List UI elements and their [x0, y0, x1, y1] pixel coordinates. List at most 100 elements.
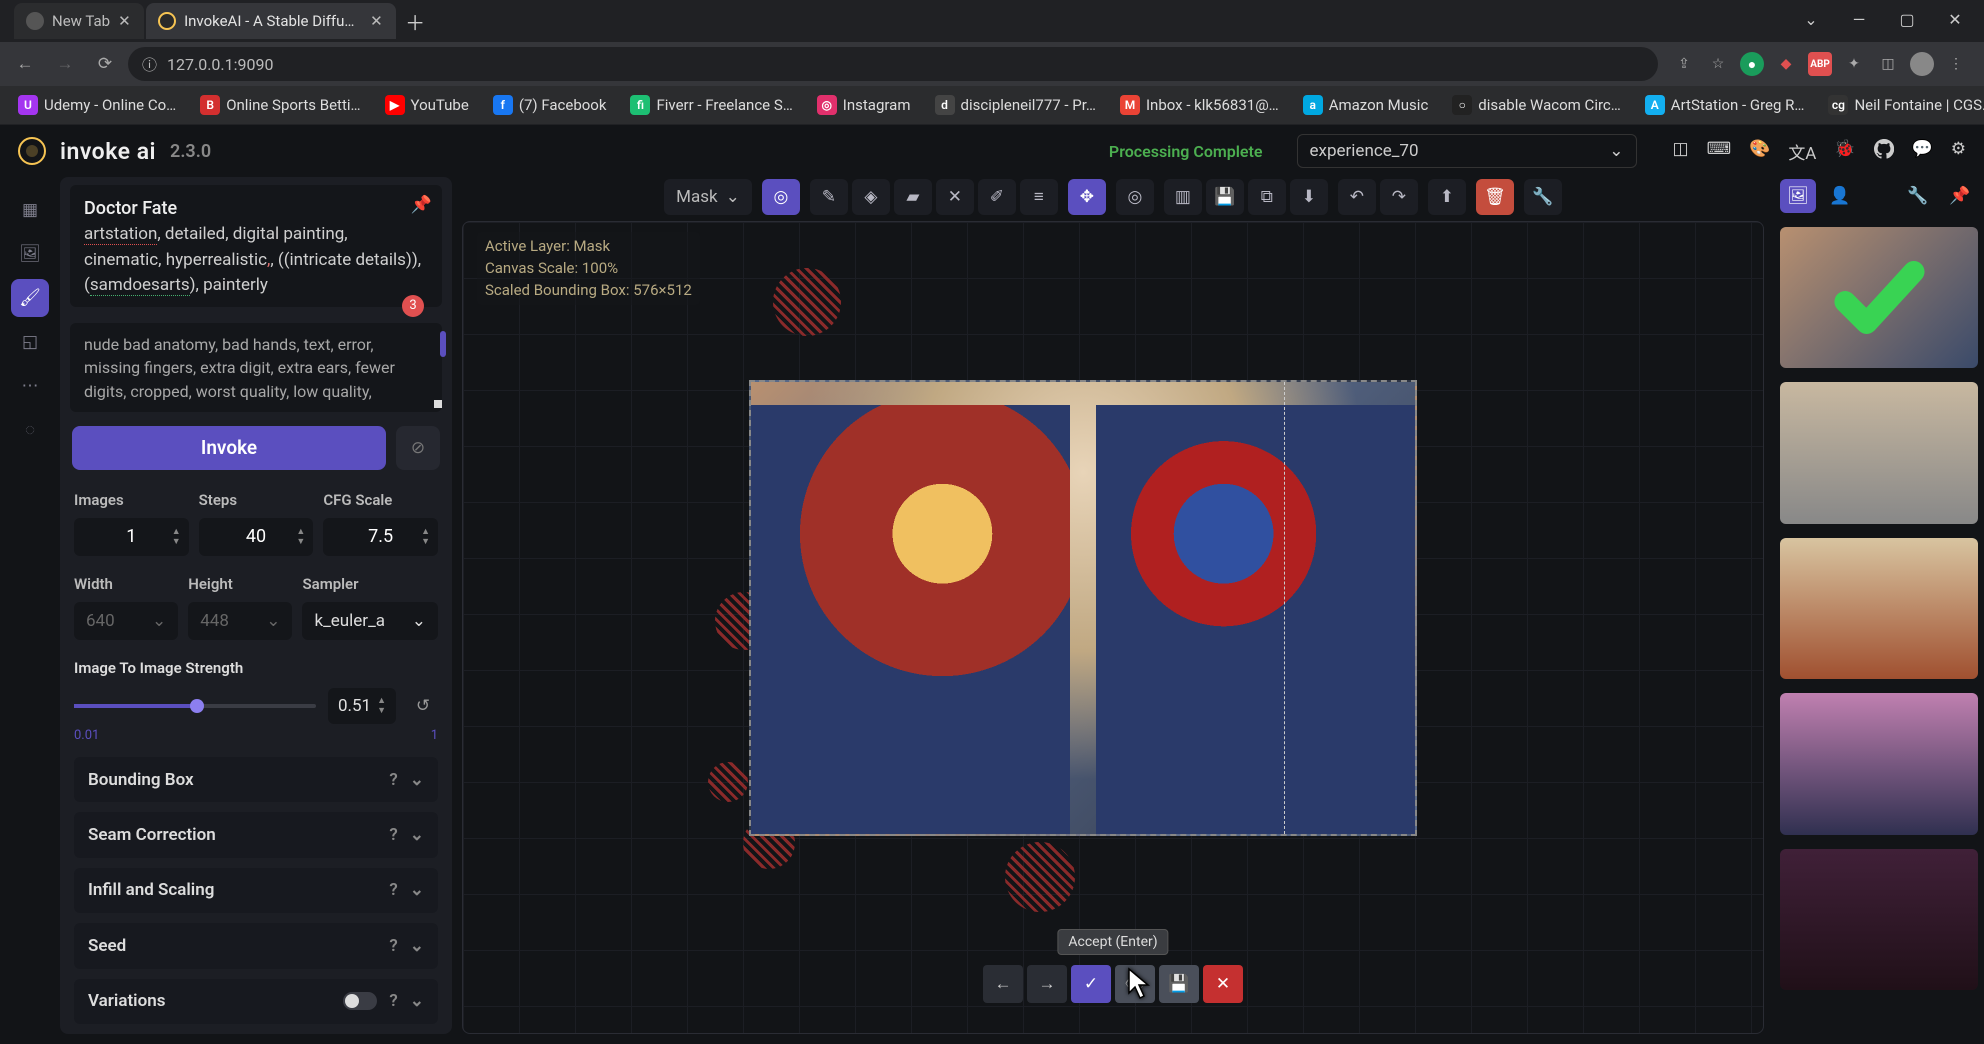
- cfg-input[interactable]: 7.5▲▼: [323, 518, 438, 556]
- accordion-variations[interactable]: Variations?⌄: [74, 979, 438, 1024]
- model-select[interactable]: experience_70 ⌄: [1297, 134, 1637, 168]
- bookmark-item[interactable]: cgNeil Fontaine | CGS…: [1820, 91, 1984, 119]
- extensions-menu-icon[interactable]: ✦: [1842, 52, 1866, 76]
- save-staging-button[interactable]: 💾: [1159, 965, 1199, 1003]
- bookmark-item[interactable]: fiFiverr - Freelance S…: [622, 91, 800, 119]
- upload-icon[interactable]: ⬆: [1428, 179, 1466, 215]
- discord-icon[interactable]: 💬: [1912, 139, 1933, 164]
- clear-canvas-button[interactable]: 🗑: [1476, 179, 1514, 215]
- extension-icon[interactable]: ●: [1740, 52, 1764, 76]
- avatar[interactable]: [1910, 52, 1934, 76]
- reset-view-icon[interactable]: ◎: [1116, 179, 1154, 215]
- rail-canvas[interactable]: 🖌: [11, 279, 49, 317]
- gallery-tab-user[interactable]: 👤: [1822, 179, 1858, 213]
- accordion-infill[interactable]: Infill and Scaling?⌄: [74, 868, 438, 913]
- invoke-button[interactable]: Invoke: [72, 426, 386, 470]
- gallery-thumbnail[interactable]: [1780, 849, 1978, 990]
- bookmark-item[interactable]: ddiscipleneil777 - Pr…: [927, 91, 1104, 119]
- forward-icon[interactable]: →: [48, 47, 82, 81]
- bookmark-item[interactable]: ▶YouTube: [377, 91, 477, 119]
- reload-icon[interactable]: ⟳: [88, 47, 122, 81]
- prev-button[interactable]: ←: [983, 965, 1023, 1003]
- pin-icon[interactable]: 📌: [411, 193, 432, 219]
- brush-icon[interactable]: ✎: [810, 179, 848, 215]
- bookmark-item[interactable]: ○disable Wacom Circ…: [1444, 91, 1629, 119]
- github-icon[interactable]: [1874, 139, 1894, 164]
- help-icon[interactable]: ?: [389, 936, 397, 956]
- help-icon[interactable]: ?: [389, 880, 397, 900]
- extension-icon[interactable]: ◆: [1774, 52, 1798, 76]
- gear-icon[interactable]: ⚙: [1951, 139, 1966, 164]
- gallery-tab-results[interactable]: 🖼: [1780, 179, 1816, 213]
- undo-icon[interactable]: ↶: [1338, 179, 1376, 215]
- save-icon[interactable]: 💾: [1206, 179, 1244, 215]
- bookmark-item[interactable]: f(7) Facebook: [485, 91, 615, 119]
- bookmark-item[interactable]: ◎Instagram: [809, 91, 919, 119]
- gallery-pin-icon[interactable]: 📌: [1942, 179, 1978, 213]
- browser-tab-active[interactable]: InvokeAI - A Stable Diffusion To… ✕: [146, 3, 396, 39]
- cancel-button[interactable]: ⊘: [396, 426, 440, 470]
- resize-handle[interactable]: [434, 400, 442, 408]
- prompt-textarea[interactable]: 📌 Doctor Fate artstation, detailed, digi…: [70, 185, 442, 307]
- sampler-select[interactable]: k_euler_a⌄: [302, 602, 438, 640]
- window-maximize-icon[interactable]: ▢: [1884, 0, 1930, 38]
- show-hide-button[interactable]: 👁: [1115, 965, 1155, 1003]
- merge-icon[interactable]: ▥: [1164, 179, 1202, 215]
- eraser-icon[interactable]: ◈: [852, 179, 890, 215]
- close-icon[interactable]: ✕: [370, 12, 384, 30]
- close-icon[interactable]: ✕: [118, 12, 132, 30]
- address-bar[interactable]: ⓘ 127.0.0.1:9090: [128, 47, 1658, 81]
- cube-icon[interactable]: ◫: [1673, 139, 1689, 164]
- strength-slider[interactable]: [74, 704, 316, 708]
- star-icon[interactable]: ☆: [1706, 52, 1730, 76]
- bug-icon[interactable]: 🐞: [1834, 139, 1855, 164]
- extension-icon[interactable]: ABP: [1808, 52, 1832, 76]
- gallery-thumbnail[interactable]: [1780, 538, 1978, 679]
- sidepanel-icon[interactable]: ◫: [1876, 52, 1900, 76]
- options-icon[interactable]: ≡: [1020, 179, 1058, 215]
- new-tab-button[interactable]: ＋: [398, 4, 432, 38]
- chevron-down-icon[interactable]: ⌄: [1788, 0, 1834, 38]
- width-select[interactable]: 640⌄: [74, 602, 178, 640]
- rail-txt2img[interactable]: ▦: [11, 191, 49, 229]
- canvas-settings-icon[interactable]: 🔧: [1524, 179, 1562, 215]
- bookmark-item[interactable]: MInbox - klk56831@…: [1112, 91, 1287, 119]
- back-icon[interactable]: ←: [8, 47, 42, 81]
- bookmark-item[interactable]: AArtStation - Greg R…: [1637, 91, 1813, 119]
- discard-button[interactable]: ✕: [1203, 965, 1243, 1003]
- help-icon[interactable]: ?: [389, 991, 397, 1011]
- colorpicker-icon[interactable]: ✐: [978, 179, 1016, 215]
- bookmark-item[interactable]: aAmazon Music: [1295, 91, 1437, 119]
- accept-button[interactable]: ✓: [1071, 965, 1111, 1003]
- rail-nodes[interactable]: ◱: [11, 323, 49, 361]
- height-select[interactable]: 448⌄: [188, 602, 292, 640]
- scrollbar-thumb[interactable]: [440, 331, 446, 357]
- next-button[interactable]: →: [1027, 965, 1067, 1003]
- gallery-thumbnail[interactable]: [1780, 227, 1978, 368]
- rail-img2img[interactable]: 🖼: [11, 235, 49, 273]
- share-icon[interactable]: ⇪: [1672, 52, 1696, 76]
- gallery-thumbnail[interactable]: [1780, 382, 1978, 523]
- kebab-icon[interactable]: ⋮: [1944, 52, 1968, 76]
- palette-icon[interactable]: 🎨: [1749, 139, 1770, 164]
- copy-icon[interactable]: ⧉: [1248, 179, 1286, 215]
- rail-postprocess[interactable]: ⋯: [11, 367, 49, 405]
- mask-tool-button[interactable]: ◎: [762, 179, 800, 215]
- download-icon[interactable]: ⬇: [1290, 179, 1328, 215]
- accordion-bounding-box[interactable]: Bounding Box?⌄: [74, 757, 438, 802]
- move-tool-button[interactable]: ✥: [1068, 179, 1106, 215]
- layer-select[interactable]: Mask⌄: [664, 179, 752, 215]
- clear-icon[interactable]: ✕: [936, 179, 974, 215]
- help-icon[interactable]: ?: [389, 770, 397, 790]
- rail-training[interactable]: ◌: [11, 411, 49, 449]
- keyboard-icon[interactable]: ⌨: [1707, 139, 1732, 164]
- accordion-seam[interactable]: Seam Correction?⌄: [74, 812, 438, 857]
- bookmark-item[interactable]: BOnline Sports Betti…: [192, 91, 368, 119]
- gallery-thumbnail[interactable]: [1780, 693, 1978, 834]
- bookmark-item[interactable]: UUdemy - Online Co…: [10, 91, 184, 119]
- gallery-settings-icon[interactable]: 🔧: [1900, 179, 1936, 213]
- reset-icon[interactable]: ↺: [408, 696, 438, 716]
- window-minimize-icon[interactable]: ―: [1836, 0, 1882, 38]
- accordion-seed[interactable]: Seed?⌄: [74, 923, 438, 968]
- help-icon[interactable]: ?: [389, 825, 397, 845]
